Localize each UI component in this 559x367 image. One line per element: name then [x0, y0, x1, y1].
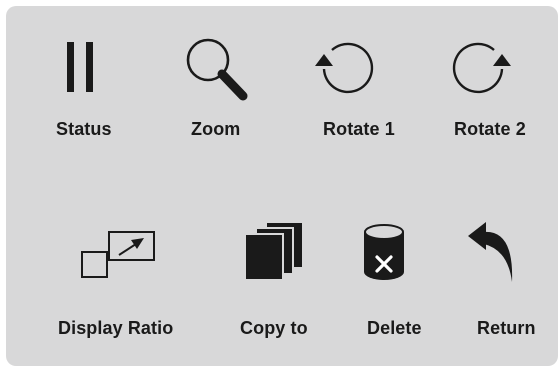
copy-icon — [244, 222, 304, 281]
zoom-button[interactable]: Zoom — [175, 36, 275, 146]
status-label: Status — [56, 119, 112, 139]
pause-icon — [67, 42, 93, 92]
return-button[interactable]: Return — [460, 222, 555, 342]
delete-button[interactable]: Delete — [350, 222, 440, 342]
delete-icon — [364, 224, 404, 280]
status-button[interactable]: Status — [40, 36, 130, 146]
return-icon — [468, 222, 513, 282]
rotate-2-button[interactable]: Rotate 2 — [440, 36, 550, 146]
display-ratio-button[interactable]: Display Ratio — [55, 222, 195, 342]
magnifier-icon — [186, 38, 248, 101]
display-ratio-label: Display Ratio — [58, 318, 174, 338]
zoom-label: Zoom — [191, 119, 241, 139]
delete-label: Delete — [367, 318, 422, 338]
copy-to-label: Copy to — [240, 318, 308, 338]
rotate-1-button[interactable]: Rotate 1 — [305, 36, 415, 146]
rotate-2-label: Rotate 2 — [454, 119, 526, 139]
display-ratio-icon — [81, 231, 155, 278]
rotate-counterclockwise-icon — [315, 42, 374, 94]
rotate-1-label: Rotate 1 — [323, 119, 395, 139]
rotate-clockwise-icon — [452, 42, 511, 94]
copy-to-button[interactable]: Copy to — [230, 222, 330, 342]
return-label: Return — [477, 318, 536, 338]
